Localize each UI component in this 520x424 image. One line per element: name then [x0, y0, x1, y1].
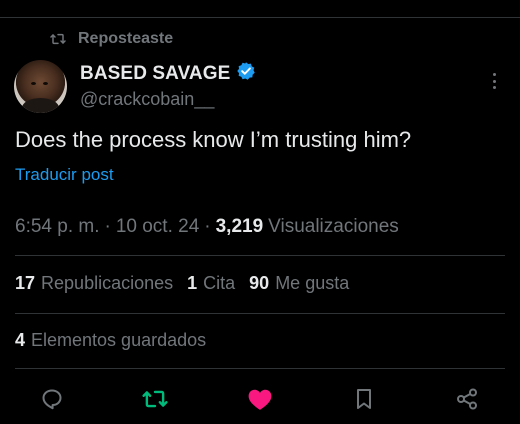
bookmarks-stat[interactable]: 4 Elementos guardados	[15, 330, 206, 351]
repost-button[interactable]	[138, 382, 172, 416]
like-button[interactable]	[243, 382, 277, 416]
reply-icon	[40, 387, 64, 411]
meta-separator: ·	[104, 216, 111, 237]
quotes-count: 1	[187, 273, 198, 293]
divider	[15, 313, 505, 314]
tweet-meta: 6:54 p. m. · 10 oct. 24 · 3,219 Visualiz…	[15, 216, 399, 238]
repost-context[interactable]: Reposteaste	[50, 30, 173, 48]
bookmarks-label: Elementos guardados	[31, 330, 207, 350]
author-display-name[interactable]: BASED SAVAGE	[80, 63, 230, 85]
author-block: BASED SAVAGE @crackcobain__	[80, 61, 256, 110]
reposts-count: 17	[15, 273, 36, 293]
translate-link[interactable]: Traducir post	[15, 165, 114, 185]
quotes-label: Cita	[203, 273, 236, 293]
likes-label: Me gusta	[275, 273, 350, 293]
more-options-icon[interactable]	[487, 70, 501, 92]
quotes-stat[interactable]: 1 Cita	[187, 273, 235, 294]
likes-count: 90	[249, 273, 270, 293]
avatar-eye	[31, 82, 36, 85]
divider	[15, 368, 505, 369]
reply-button[interactable]	[35, 382, 69, 416]
verified-badge-icon	[236, 61, 256, 86]
share-icon	[455, 387, 479, 411]
action-bar	[0, 382, 520, 416]
bookmark-button[interactable]	[347, 382, 381, 416]
bookmarks-count: 4	[15, 330, 26, 350]
repost-icon	[142, 388, 168, 410]
reposts-stat[interactable]: 17 Republicaciones	[15, 273, 173, 294]
views-label: Visualizaciones	[268, 216, 399, 237]
tweet-text: Does the process know I’m trusting him?	[15, 127, 412, 152]
likes-stat[interactable]: 90 Me gusta	[249, 273, 349, 294]
meta-separator: ·	[204, 216, 211, 237]
repost-icon	[50, 32, 66, 46]
views-count: 3,219	[215, 216, 264, 237]
heart-icon	[247, 387, 273, 411]
engagement-stats: 17 Republicaciones 1 Cita 90 Me gusta	[15, 273, 363, 294]
divider	[15, 255, 505, 256]
bookmark-icon	[353, 387, 375, 411]
tweet-time[interactable]: 6:54 p. m.	[15, 216, 100, 238]
avatar-eye	[43, 82, 48, 85]
author-handle[interactable]: @crackcobain__	[80, 89, 256, 110]
avatar[interactable]	[14, 60, 67, 113]
repost-label: Reposteaste	[78, 30, 174, 47]
share-button[interactable]	[450, 382, 484, 416]
avatar-shirt	[22, 98, 59, 113]
top-divider	[0, 17, 520, 18]
reposts-label: Republicaciones	[41, 273, 174, 293]
tweet-date[interactable]: 10 oct. 24	[116, 216, 199, 238]
